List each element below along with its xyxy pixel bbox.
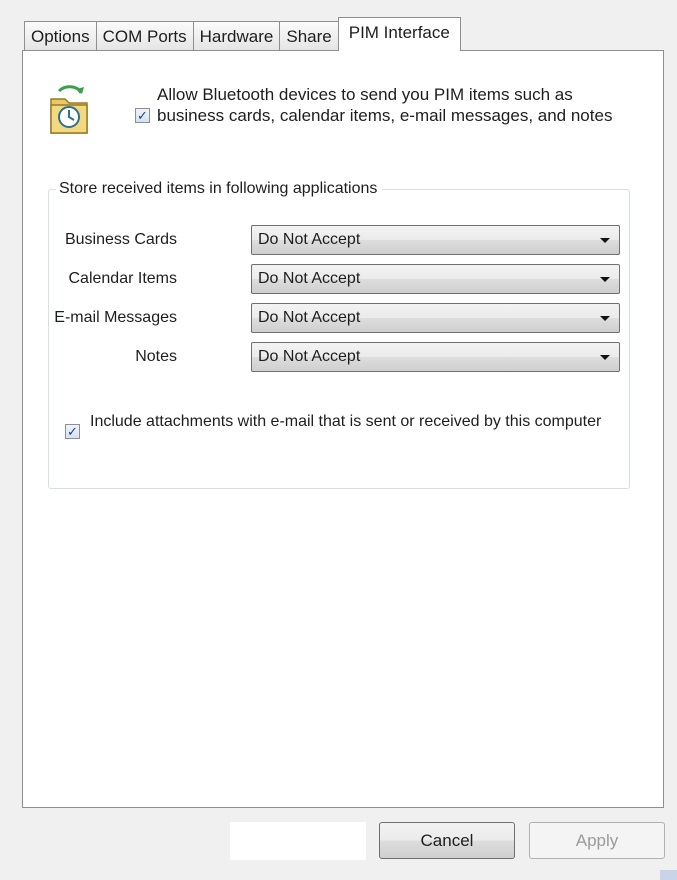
tab-strip: Options COM Ports Hardware Share PIM Int… <box>24 17 461 51</box>
notes-value: Do Not Accept <box>258 348 361 365</box>
include-attachments-label: Include attachments with e-mail that is … <box>90 413 602 430</box>
email-messages-value: Do Not Accept <box>258 309 361 326</box>
group-title: Store received items in following applic… <box>56 179 383 199</box>
calendar-items-dropdown[interactable]: Do Not Accept <box>251 264 620 294</box>
resize-corner <box>660 870 677 880</box>
ok-button-placeholder <box>230 822 366 860</box>
include-attachments-checkbox[interactable]: ✓ <box>65 424 80 439</box>
chevron-down-icon <box>600 238 610 243</box>
tab-hardware[interactable]: Hardware <box>192 21 281 51</box>
email-messages-label: E-mail Messages <box>54 309 177 326</box>
business-cards-dropdown[interactable]: Do Not Accept <box>251 225 620 255</box>
cancel-button[interactable]: Cancel <box>379 822 515 859</box>
chevron-down-icon <box>600 316 610 321</box>
notes-dropdown[interactable]: Do Not Accept <box>251 342 620 372</box>
allow-pim-checkbox[interactable]: ✓ <box>135 108 150 123</box>
apply-button[interactable]: Apply <box>529 822 665 859</box>
tab-pim-interface[interactable]: PIM Interface <box>337 17 461 51</box>
chevron-down-icon <box>600 355 610 360</box>
business-cards-label: Business Cards <box>64 231 177 248</box>
chevron-down-icon <box>600 277 610 282</box>
bluetooth-settings-window: Options COM Ports Hardware Share PIM Int… <box>0 0 677 880</box>
pim-interface-panel: ✓ Allow Bluetooth devices to send you PI… <box>22 50 664 808</box>
email-messages-dropdown[interactable]: Do Not Accept <box>251 303 620 333</box>
business-cards-value: Do Not Accept <box>258 231 361 248</box>
notes-label: Notes <box>135 348 177 365</box>
calendar-items-label: Calendar Items <box>68 270 178 287</box>
store-received-items-group: Store received items in following applic… <box>48 179 630 489</box>
allow-pim-label: Allow Bluetooth devices to send you PIM … <box>157 85 613 125</box>
calendar-items-value: Do Not Accept <box>258 270 361 287</box>
tab-options[interactable]: Options <box>24 21 97 51</box>
tab-share[interactable]: Share <box>279 21 339 51</box>
pim-exchange-icon <box>50 85 88 134</box>
tab-com-ports[interactable]: COM Ports <box>95 21 194 51</box>
